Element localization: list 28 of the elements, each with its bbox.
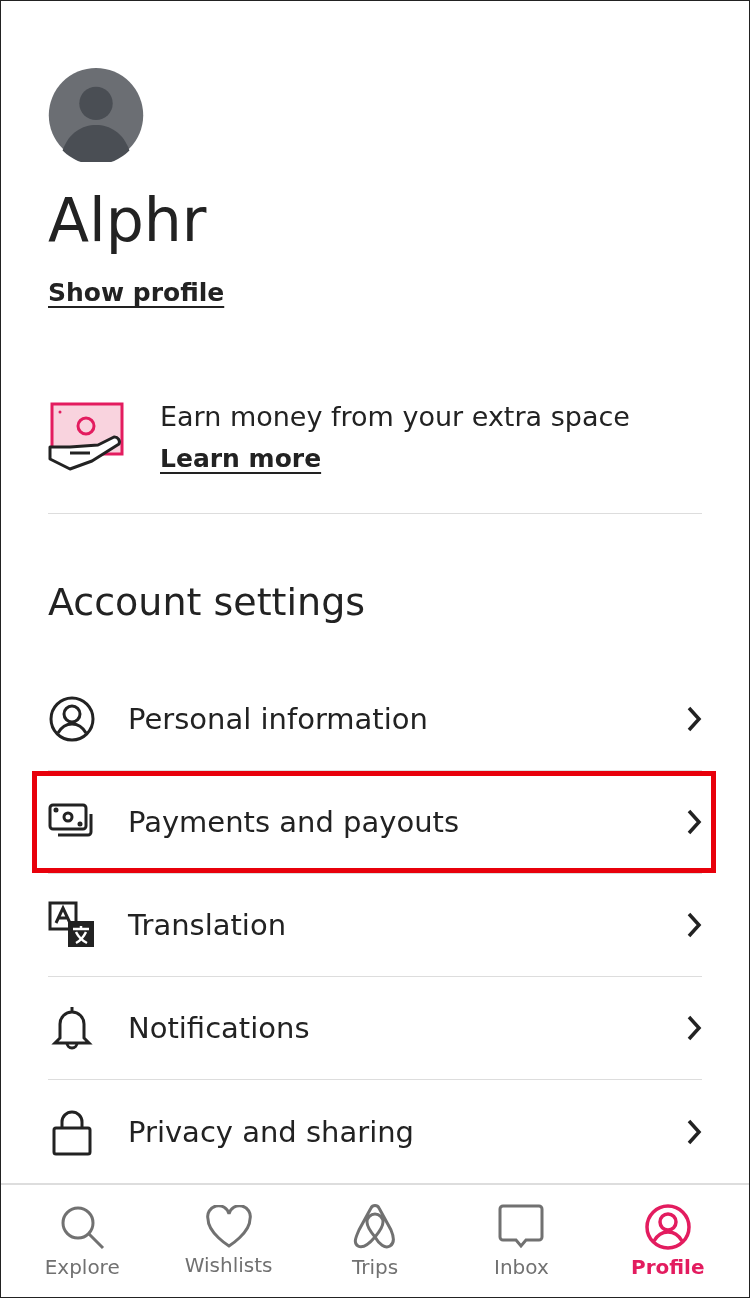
settings-row[interactable]: Privacy and sharing [32,1080,716,1183]
section-title: Account settings [48,580,367,626]
learn-more-link[interactable]: Learn more [160,443,322,473]
chevron-icon [686,1015,702,1041]
chevron-icon [686,912,702,938]
nav-tab[interactable]: Wishlists [163,1205,294,1277]
heart-icon [204,1205,253,1249]
person-icon [48,695,96,743]
nav-tab[interactable]: Trips [309,1203,440,1279]
settings-row[interactable]: Translation [32,874,716,976]
chevron-icon [686,809,702,835]
nav-tab[interactable]: Inbox [456,1203,587,1279]
profile-icon [643,1203,692,1251]
bell-icon [48,1004,96,1052]
profile-name: Alphr [48,184,208,257]
settings-row[interactable]: Notifications [32,977,716,1079]
settings-row[interactable]: Payments and payouts [32,771,716,873]
chat-icon [497,1203,546,1251]
translate-icon [48,901,96,949]
show-profile-link[interactable]: Show profile [48,278,225,308]
chevron-icon [686,706,702,732]
avatar[interactable] [48,68,144,163]
trips-icon [352,1203,397,1251]
nav-tab[interactable]: Explore [17,1203,148,1279]
promo-text: Earn money from your extra space [160,401,630,434]
nav-tab[interactable]: Profile [602,1203,733,1279]
settings-row[interactable]: Personal information [32,668,716,770]
chevron-icon [686,1118,702,1145]
